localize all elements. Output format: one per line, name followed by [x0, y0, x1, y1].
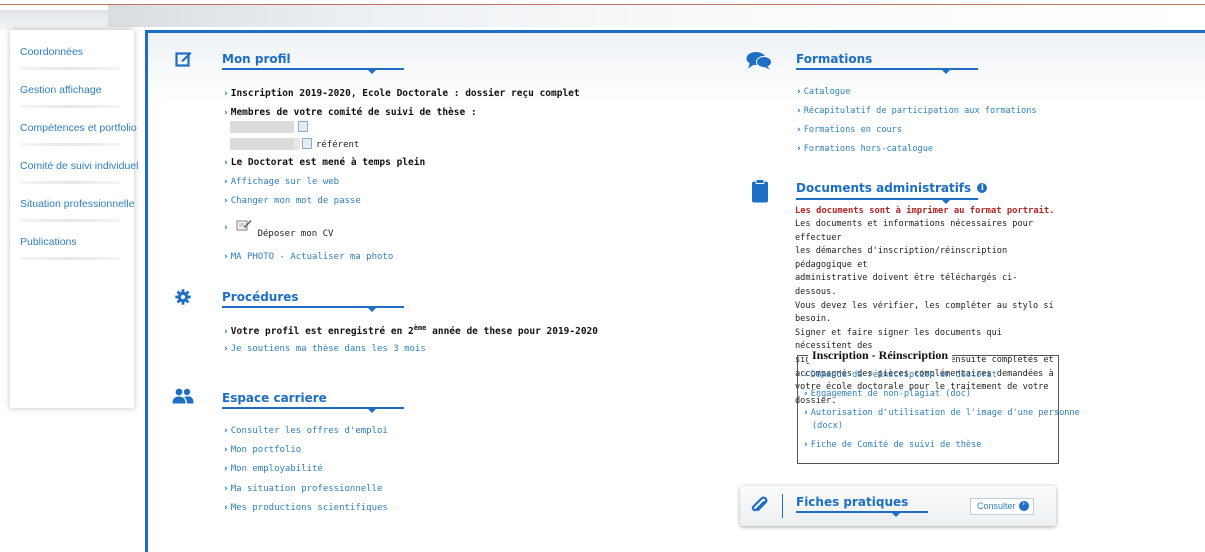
link-demande-reinscription[interactable]: › Demande de réinscription en doctorat	[804, 370, 997, 380]
section-title-formations: Formations	[796, 52, 873, 66]
sidebar-item-gestion-affichage[interactable]: Gestion affichage	[10, 78, 134, 116]
chevron-right-icon: ›	[224, 196, 228, 206]
gear-icon	[175, 289, 191, 305]
chevron-right-icon: ›	[224, 344, 228, 354]
profil-membres: › Membres de votre comité de suivi de thè…	[224, 107, 477, 118]
member-name-redacted	[294, 138, 300, 150]
chevron-right-icon: ›	[224, 503, 228, 513]
sidebar-item-label: Gestion affichage	[20, 84, 102, 96]
chevron-right-icon: ›	[224, 177, 228, 187]
profil-inscription: › Inscription 2019-2020, Ecole Doctorale …	[224, 88, 580, 99]
divider	[20, 181, 120, 184]
document-pencil-icon	[236, 220, 252, 231]
chevron-right-icon: ›	[224, 327, 228, 337]
link-portfolio[interactable]: › Mon portfolio	[224, 445, 301, 455]
member-info-icon[interactable]	[298, 121, 308, 132]
sidebar-item-publications[interactable]: Publications	[10, 230, 134, 268]
link-fiche-comite[interactable]: › Fiche de Comité de suivi de thèse	[804, 440, 981, 450]
link-situation-pro[interactable]: › Ma situation professionnelle	[224, 484, 382, 494]
sidebar-item-label: Publications	[20, 236, 77, 248]
sidebar-item-label: Comité de suivi individuel	[20, 160, 139, 172]
link-non-plagiat[interactable]: › Engagement de non-plagiat (doc)	[804, 389, 971, 399]
section-title-procedures: Procédures	[222, 290, 299, 304]
link-productions[interactable]: › Mes productions scientifiques	[224, 503, 388, 513]
chat-bubbles-icon	[746, 52, 772, 70]
title-underline	[796, 198, 978, 204]
divider	[20, 143, 120, 146]
divider	[20, 219, 120, 222]
link-soutenance[interactable]: › Je soutiens ma thèse dans les 3 mois	[224, 344, 426, 354]
chevron-right-icon: ›	[224, 223, 228, 233]
link-offres-emploi[interactable]: › Consulter les offres d'emploi	[224, 426, 388, 436]
link-catalogue[interactable]: › Catalogue	[797, 87, 850, 97]
arrow-right-icon: ›	[1019, 499, 1029, 511]
section-title-fiches: Fiches pratiques	[796, 495, 909, 509]
chevron-right-icon: ›	[797, 87, 801, 97]
chevron-right-icon: ›	[224, 426, 228, 436]
chevron-right-icon: ›	[224, 252, 228, 262]
title-underline	[796, 68, 978, 74]
link-recapitulatif[interactable]: › Récapitulatif de participation aux form…	[797, 106, 1037, 116]
chevron-right-icon: ›	[797, 144, 801, 154]
sidebar-item-comite-suivi[interactable]: Comité de suivi individuel	[10, 154, 138, 192]
inscription-legend: Inscription - Réinscription	[808, 348, 953, 363]
edit-icon	[175, 52, 192, 67]
chevron-right-icon: ›	[797, 125, 801, 135]
clipboard-icon	[752, 179, 768, 203]
documents-warning: Les documents sont à imprimer au format …	[795, 206, 1055, 216]
divider	[782, 494, 783, 518]
title-underline	[222, 68, 404, 74]
link-autorisation-image-docx[interactable]: (docx)	[812, 421, 843, 431]
sidebar-item-coordonnees[interactable]: Coordonnées	[10, 40, 134, 78]
divider	[20, 257, 120, 260]
chevron-right-icon: ›	[224, 108, 228, 118]
chevron-right-icon: ›	[804, 389, 808, 399]
title-underline	[222, 407, 404, 413]
section-title-documents: Documents administratifs i	[796, 181, 988, 195]
referent-label: référent	[316, 140, 360, 150]
link-changer-mot-de-passe[interactable]: › Changer mon mot de passe	[224, 196, 361, 206]
title-underline	[796, 511, 928, 517]
top-banner	[108, 5, 1205, 27]
link-formations-en-cours[interactable]: › Formations en cours	[797, 125, 902, 135]
section-title-profil: Mon profil	[222, 52, 291, 66]
link-autorisation-image[interactable]: › Autorisation d'utilisation de l'image d…	[804, 408, 1080, 418]
link-affichage-web[interactable]: › Affichage sur le web	[224, 177, 339, 187]
chevron-right-icon: ›	[804, 370, 808, 380]
users-icon	[172, 388, 194, 404]
chevron-right-icon: ›	[224, 464, 228, 474]
link-ma-photo[interactable]: › MA PHOTO - Actualiser ma photo	[224, 252, 393, 262]
chevron-right-icon: ›	[797, 106, 801, 116]
consulter-button[interactable]: Consulter ›	[970, 498, 1034, 515]
chevron-right-icon: ›	[224, 89, 228, 99]
sidebar-item-label: Situation professionnelle	[20, 198, 135, 210]
chevron-right-icon: ›	[224, 158, 228, 168]
sidebar-item-competences[interactable]: Compétences et portfolio	[10, 116, 137, 154]
divider	[20, 105, 120, 108]
link-employabilite[interactable]: › Mon employabilité	[224, 464, 323, 474]
link-deposer-cv[interactable]: › Déposer mon CV	[224, 218, 333, 239]
sidebar: Coordonnées Gestion affichage Compétence…	[10, 30, 138, 408]
section-title-carriere: Espace carriere	[222, 391, 327, 405]
link-hors-catalogue[interactable]: › Formations hors-catalogue	[797, 144, 933, 154]
chevron-right-icon: ›	[224, 484, 228, 494]
member-name-redacted	[230, 138, 294, 150]
chevron-right-icon: ›	[224, 445, 228, 455]
chevron-right-icon: ›	[804, 440, 808, 450]
procedures-status: › Votre profil est enregistré en 2ème ann…	[224, 324, 598, 337]
title-underline	[222, 306, 404, 312]
profil-temps-plein: › Le Doctorat est mené à temps plein	[224, 157, 426, 168]
sidebar-item-label: Coordonnées	[20, 46, 84, 58]
member-name-redacted	[230, 121, 294, 133]
member-info-icon[interactable]	[302, 138, 312, 149]
paperclip-icon	[751, 496, 768, 512]
chevron-right-icon: ›	[804, 408, 808, 418]
sidebar-item-label: Compétences et portfolio	[20, 122, 137, 134]
divider	[20, 67, 120, 70]
sidebar-item-situation-pro[interactable]: Situation professionnelle	[10, 192, 134, 230]
